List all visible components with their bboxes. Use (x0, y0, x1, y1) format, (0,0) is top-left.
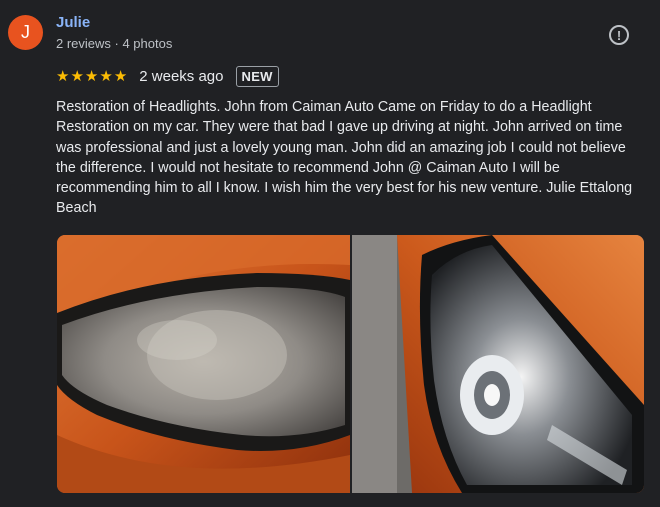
review-photos (57, 235, 644, 493)
headlight-after-image (352, 235, 644, 493)
review-time: 2 weeks ago (139, 68, 224, 85)
photo-after[interactable] (352, 235, 644, 493)
star-icon: ★ (70, 67, 84, 85)
rating-row: ★ ★ ★ ★ ★ 2 weeks ago NEW (56, 66, 279, 87)
photo-before[interactable] (57, 235, 350, 493)
review-text: Restoration of Headlights. John from Cai… (56, 99, 633, 217)
star-icon: ★ (99, 67, 113, 85)
report-icon[interactable]: ! (609, 25, 629, 45)
star-icon: ★ (113, 67, 128, 85)
star-rating: ★ ★ ★ ★ ★ (56, 67, 128, 85)
author-meta: 2 reviews · 4 photos (56, 36, 173, 51)
author-name[interactable]: Julie (56, 14, 90, 31)
headlight-before-image (57, 235, 350, 493)
new-badge: NEW (235, 66, 279, 87)
star-icon: ★ (56, 67, 70, 85)
author-avatar[interactable]: J (8, 15, 43, 50)
star-icon: ★ (84, 67, 99, 85)
